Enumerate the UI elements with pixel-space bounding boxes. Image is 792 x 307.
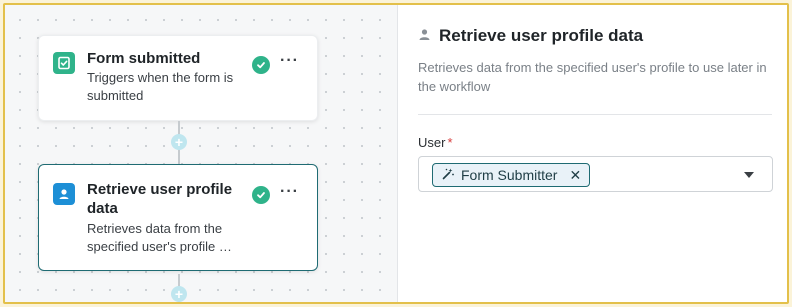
more-options-icon[interactable]: ··· [280,184,299,200]
workflow-canvas[interactable]: Form submitted Triggers when the form is… [5,5,398,302]
user-icon [53,183,75,205]
panel-description: Retrieves data from the specified user's… [418,60,767,94]
step-title: Retrieve user profile data [87,181,233,217]
form-check-icon [53,52,75,74]
check-icon [252,186,270,204]
step-description: Triggers when the form is submitted [87,70,234,103]
required-marker: * [447,135,453,150]
panel-title-text: Retrieve user profile data [439,26,644,45]
add-step-button[interactable]: + [171,286,187,302]
step-description: Retrieves data from the specified user's… [87,221,232,254]
user-field-label: User * [418,135,453,150]
app-frame: Form submitted Triggers when the form is… [3,3,789,304]
remove-chip-icon[interactable]: ✕ [569,167,581,184]
workflow-step-form-submitted[interactable]: Form submitted Triggers when the form is… [38,35,318,121]
workflow-step-retrieve-user-profile[interactable]: Retrieve user profile data Retrieves dat… [38,164,318,271]
field-label-text: User [418,135,446,150]
check-icon [252,56,270,74]
panel-title: Retrieve user profile data [418,26,643,46]
user-select[interactable]: Form Submitter ✕ [418,156,773,192]
chevron-down-icon[interactable] [744,172,754,178]
selected-user-chip[interactable]: Form Submitter ✕ [432,163,591,187]
step-title: Form submitted [87,50,201,67]
step-details-panel: Retrieve user profile data Retrieves dat… [399,5,787,302]
magic-wand-icon [441,167,455,184]
chip-label: Form Submitter [461,167,558,183]
person-icon [418,26,431,46]
more-options-icon[interactable]: ··· [280,53,299,69]
add-step-button[interactable]: + [171,134,187,150]
divider [418,114,772,115]
